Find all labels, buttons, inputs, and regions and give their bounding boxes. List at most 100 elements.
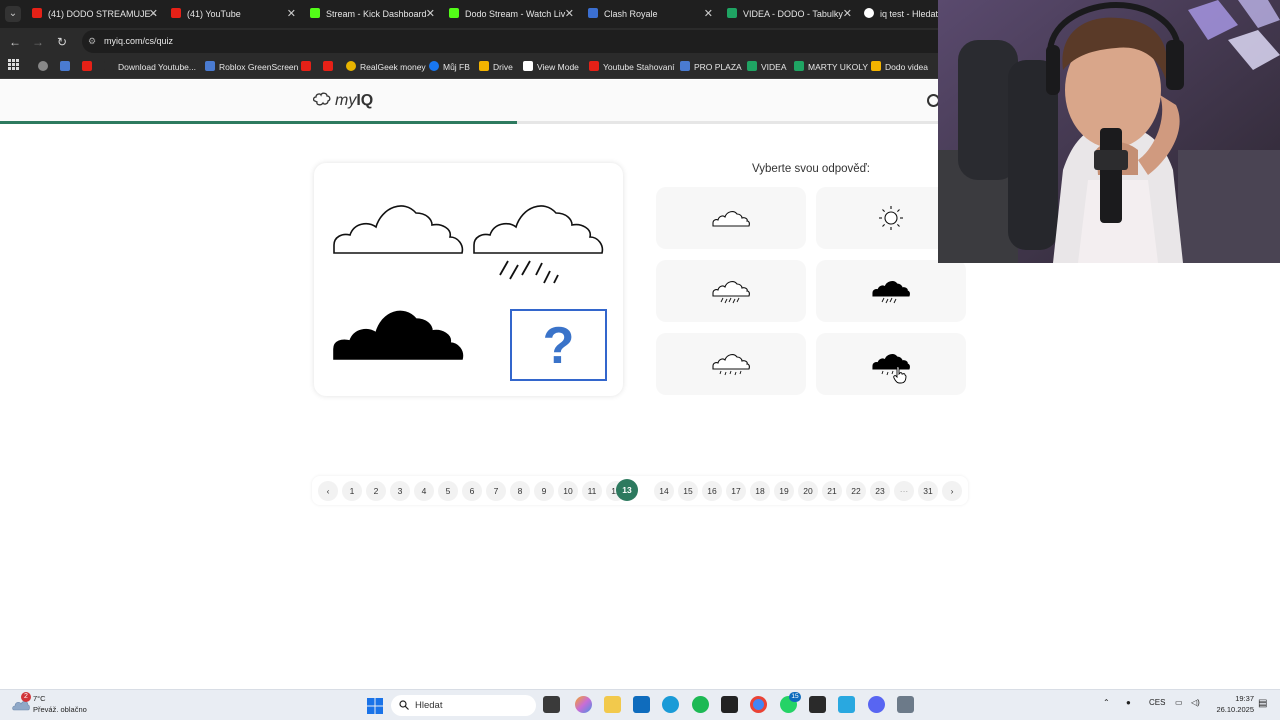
prev-page-button[interactable]: ‹ — [318, 481, 338, 501]
bookmark-videa[interactable]: VIDEA — [747, 55, 787, 79]
back-button[interactable]: ← — [6, 33, 24, 51]
site-info-icon[interactable]: ⚙ — [88, 30, 96, 53]
edge-icon[interactable] — [662, 696, 679, 713]
task-view-icon[interactable] — [543, 696, 560, 713]
windows-taskbar: 2 7°C Převáž. oblačno Hledat 15 ⌃ ● CES … — [0, 689, 1280, 720]
apps-grid-icon[interactable] — [8, 55, 19, 79]
myiq-logo[interactable]: myIQ — [313, 92, 373, 110]
notifications-icon[interactable]: ▤ — [1258, 698, 1267, 709]
page-button[interactable]: 7 — [486, 481, 506, 501]
close-icon[interactable]: ✕ — [704, 0, 713, 28]
page-button[interactable]: 14 — [654, 481, 674, 501]
bookmark-view-mode[interactable]: View Mode — [523, 55, 579, 79]
bookmark-favicon-icon — [60, 61, 70, 71]
calculator-icon[interactable] — [897, 696, 914, 713]
bookmark-item[interactable] — [301, 55, 315, 79]
chrome-icon[interactable] — [750, 696, 767, 713]
page-button[interactable]: 3 — [390, 481, 410, 501]
tab-search-button[interactable]: ⌄ — [5, 6, 21, 22]
sheets-icon — [727, 8, 737, 18]
answer-option-3[interactable] — [656, 260, 806, 322]
microphone-icon[interactable]: ● — [1126, 698, 1131, 707]
tab-title: VIDEA - DODO - Tabulky — [743, 9, 843, 19]
bookmark-item[interactable] — [82, 55, 96, 79]
capcut-icon[interactable] — [721, 696, 738, 713]
bookmark-item[interactable] — [323, 55, 337, 79]
page-button[interactable]: 6 — [462, 481, 482, 501]
tab-iq-test-search[interactable]: iq test - Hledat G — [864, 0, 938, 28]
search-placeholder: Hledat — [415, 700, 443, 711]
bookmark-download-youtube[interactable]: Download Youtube... — [104, 55, 196, 79]
page-button[interactable]: 18 — [750, 481, 770, 501]
bookmark-item[interactable] — [60, 55, 74, 79]
page-button[interactable]: 15 — [678, 481, 698, 501]
taskbar-clock[interactable]: 19:37 26.10.2025 — [1208, 693, 1254, 715]
next-page-button[interactable]: › — [942, 481, 962, 501]
bookmark-youtube-stahovani[interactable]: Youtube Stahovaní — [589, 55, 675, 79]
page-button[interactable]: 10 — [558, 481, 578, 501]
close-icon[interactable]: ✕ — [287, 0, 296, 28]
close-icon[interactable]: ✕ — [565, 0, 574, 28]
page-button[interactable]: 2 — [366, 481, 386, 501]
file-explorer-icon[interactable] — [604, 696, 621, 713]
page-button[interactable]: 5 — [438, 481, 458, 501]
windows-start-icon[interactable] — [367, 698, 383, 714]
answer-option-5[interactable] — [656, 333, 806, 395]
epic-games-icon[interactable] — [809, 696, 826, 713]
volume-icon[interactable]: ◁) — [1191, 698, 1200, 707]
tab-clash-royale[interactable]: Clash Royale ✕ — [588, 0, 713, 28]
page-button[interactable]: 20 — [798, 481, 818, 501]
youtube-icon — [171, 8, 181, 18]
tab-title: (41) YouTube — [187, 9, 241, 19]
spotify-icon[interactable] — [692, 696, 709, 713]
bookmark-item[interactable] — [38, 55, 52, 79]
answer-option-1[interactable] — [656, 187, 806, 249]
bookmark-pro-plaza[interactable]: PRO PLAZA — [680, 55, 742, 79]
logo-text-bold: IQ — [356, 92, 374, 109]
weather-notification-badge: 2 — [21, 692, 31, 702]
page-button[interactable]: 31 — [918, 481, 938, 501]
bookmark-dodo-videa[interactable]: Dodo videa — [871, 55, 928, 79]
page-button[interactable]: 22 — [846, 481, 866, 501]
tab-videa-tabulky[interactable]: VIDEA - DODO - Tabulky ✕ — [727, 0, 852, 28]
tab-title: Clash Royale — [604, 9, 658, 19]
bookmark-roblox-greenscreen[interactable]: Roblox GreenScreen — [205, 55, 298, 79]
clock-date: 26.10.2025 — [1216, 705, 1254, 714]
answer-option-6[interactable] — [816, 333, 966, 395]
filled-cloud-icon — [332, 305, 464, 366]
page-button[interactable]: 16 — [702, 481, 722, 501]
close-icon[interactable]: ✕ — [149, 0, 158, 28]
bookmark-muj-fb[interactable]: Můj FB — [429, 55, 470, 79]
page-button[interactable]: 19 — [774, 481, 794, 501]
page-button[interactable]: 1 — [342, 481, 362, 501]
app-f-icon[interactable] — [838, 696, 855, 713]
network-icon[interactable]: ▭ — [1175, 698, 1183, 707]
tab-youtube[interactable]: (41) YouTube ✕ — [171, 0, 296, 28]
close-icon[interactable]: ✕ — [843, 0, 852, 28]
show-hidden-icons-icon[interactable]: ⌃ — [1103, 698, 1110, 707]
copilot-icon[interactable] — [575, 696, 592, 713]
current-page-button[interactable]: 13 — [616, 479, 638, 501]
taskbar-search[interactable]: Hledat — [391, 695, 536, 716]
page-button[interactable]: 4 — [414, 481, 434, 501]
reload-button[interactable]: ↻ — [53, 33, 71, 51]
bookmark-drive[interactable]: Drive — [479, 55, 513, 79]
page-button[interactable]: 8 — [510, 481, 530, 501]
page-button[interactable]: 23 — [870, 481, 890, 501]
tab-dodo-stream[interactable]: Dodo Stream - Watch Liv ✕ — [449, 0, 574, 28]
bookmark-marty-ukoly[interactable]: MARTY UKOLY — [794, 55, 868, 79]
language-indicator[interactable]: CES — [1149, 698, 1165, 707]
tab-kick-dashboard[interactable]: Stream - Kick Dashboard ✕ — [310, 0, 435, 28]
discord-icon[interactable] — [868, 696, 885, 713]
page-button[interactable]: 9 — [534, 481, 554, 501]
url-field[interactable]: ⚙ myiq.com/cs/quiz — [82, 30, 962, 53]
outlook-icon[interactable] — [633, 696, 650, 713]
close-icon[interactable]: ✕ — [426, 0, 435, 28]
page-button[interactable]: 11 — [582, 481, 602, 501]
page-button[interactable]: 21 — [822, 481, 842, 501]
page-button[interactable]: 17 — [726, 481, 746, 501]
bookmark-realgeek-money[interactable]: RealGeek money — [346, 55, 426, 79]
forward-button[interactable]: → — [29, 33, 47, 51]
tab-dodo-streamuje[interactable]: (41) DODO STREAMUJE - ✕ — [32, 0, 158, 28]
answer-option-4[interactable] — [816, 260, 966, 322]
